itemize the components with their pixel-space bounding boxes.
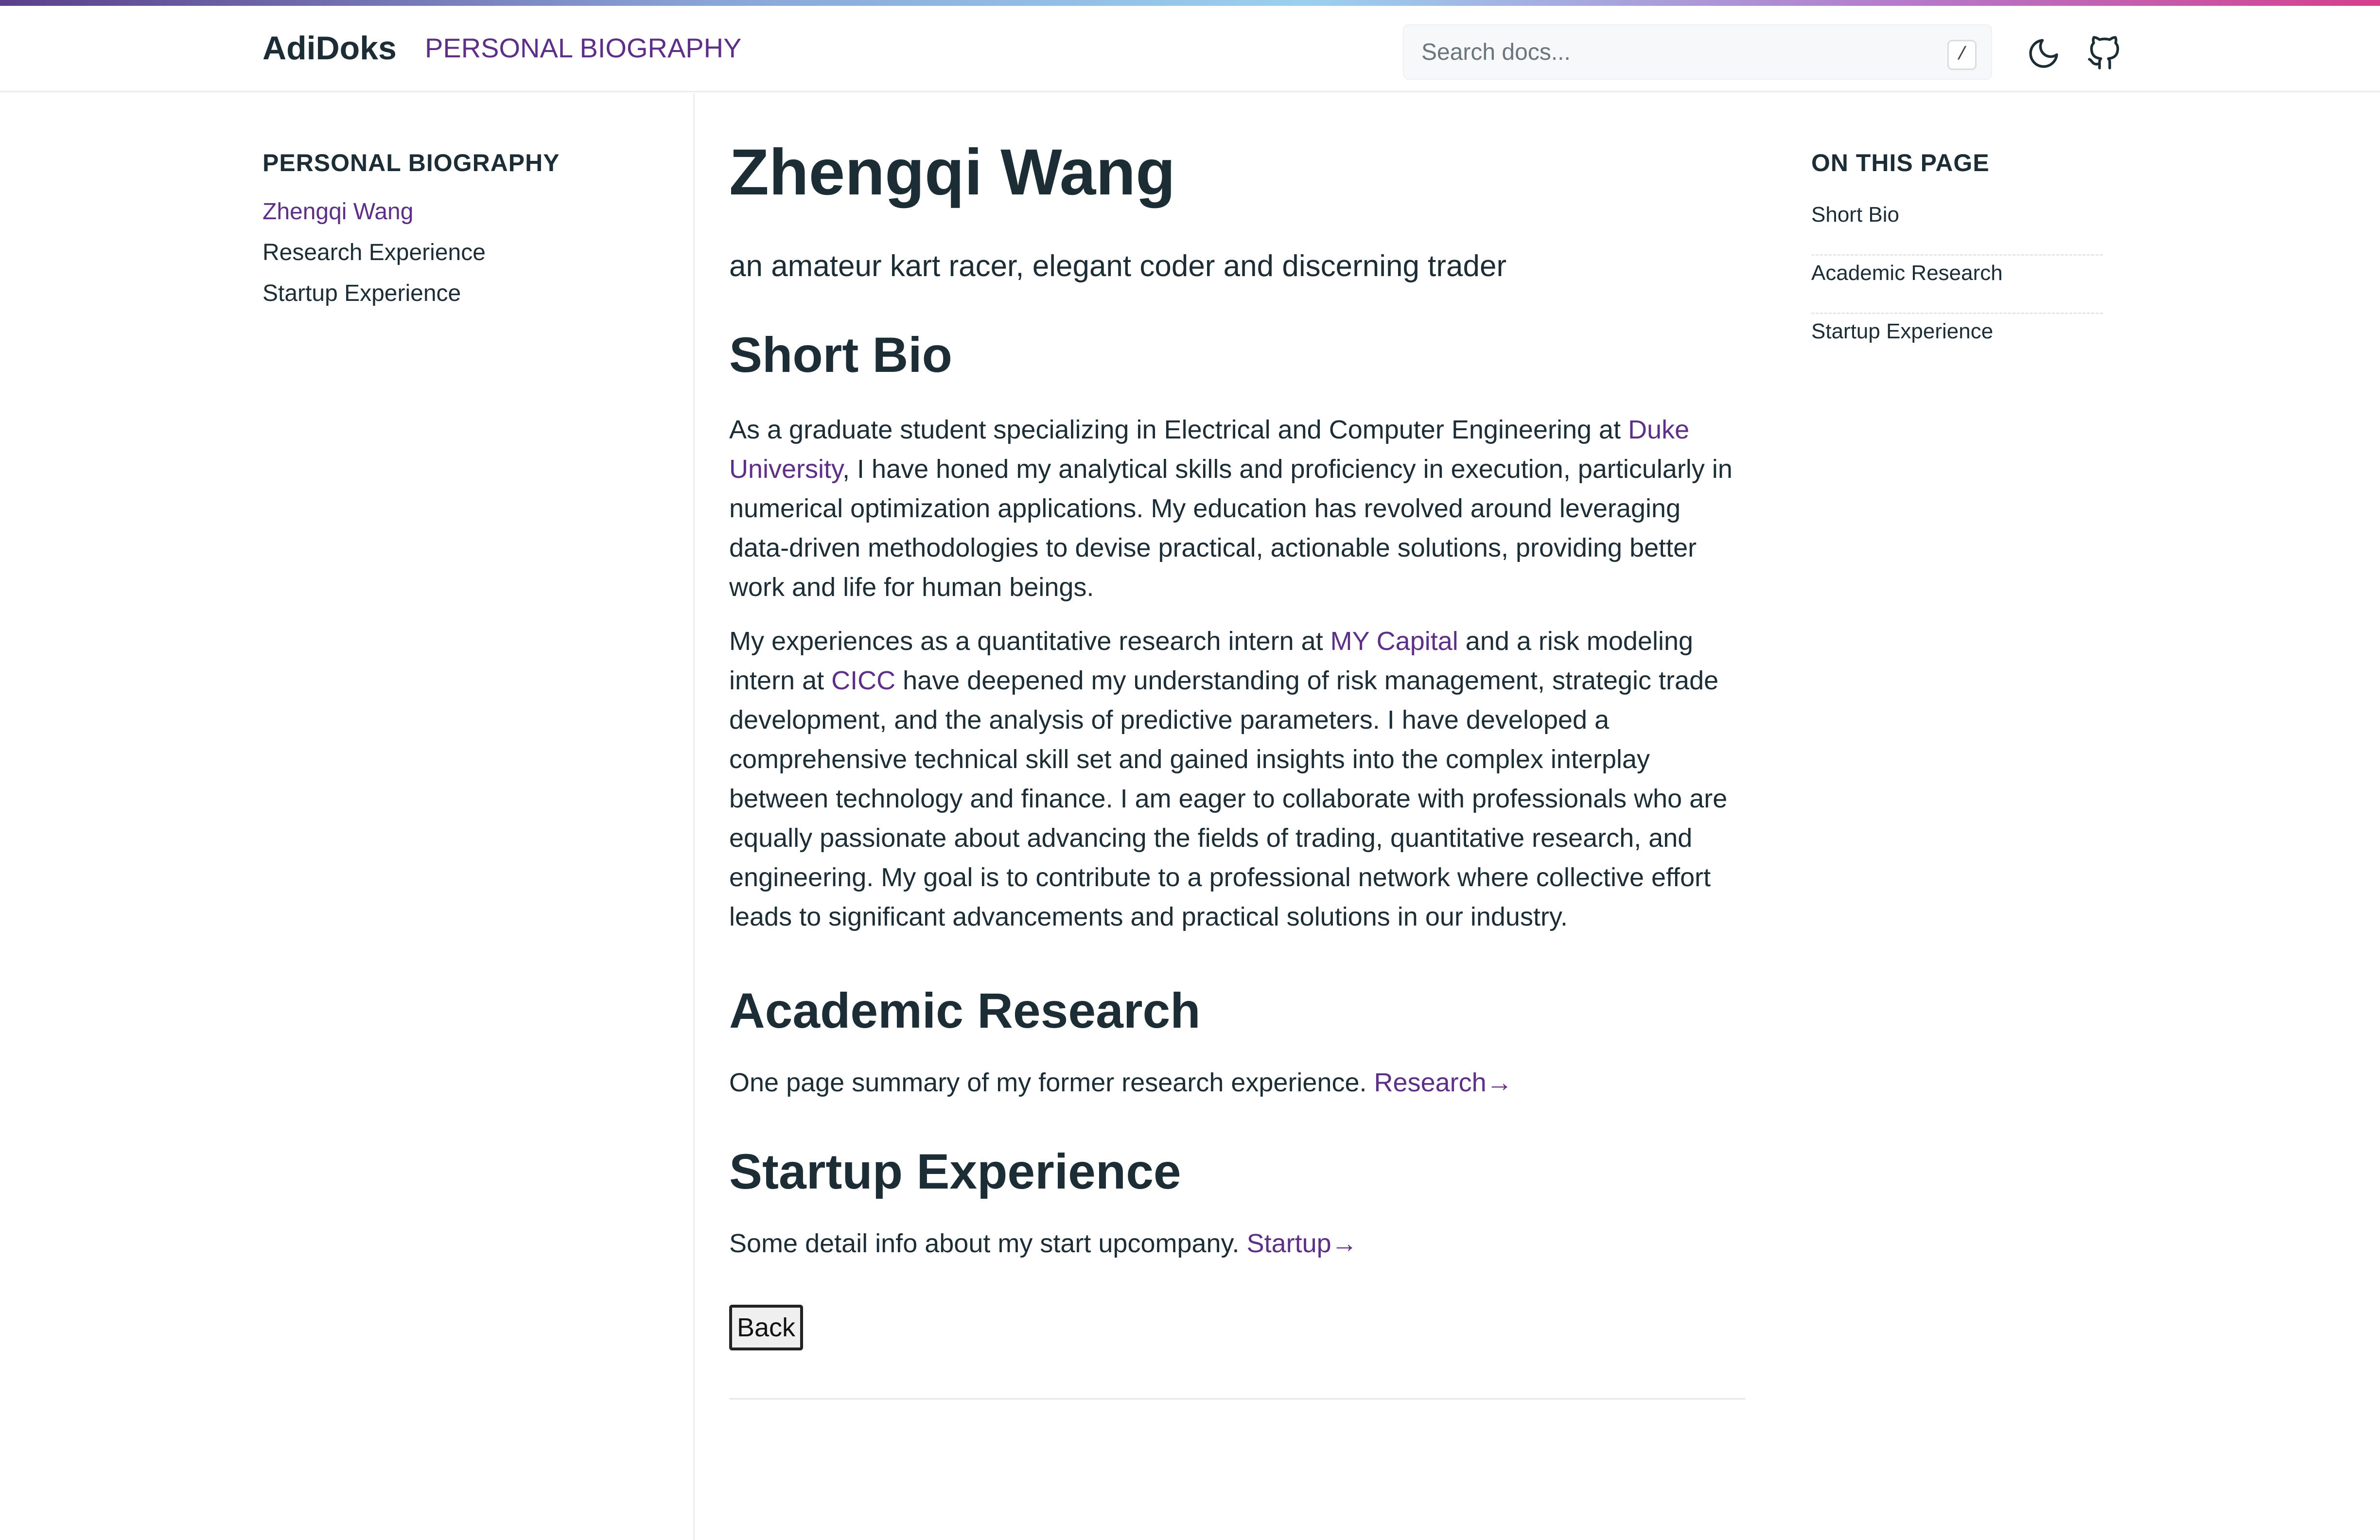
main-content: Zhengqi Wang an amateur kart racer, eleg… — [729, 126, 1745, 1400]
top-gradient-bar — [0, 0, 2380, 6]
table-of-contents: ON THIS PAGE Short Bio Academic Research… — [1811, 149, 2103, 372]
nav-link-personal-biography[interactable]: PERSONAL BIOGRAPHY — [425, 32, 741, 64]
sidebar-divider — [693, 93, 695, 1540]
link-research[interactable]: Research→ — [1374, 1068, 1513, 1097]
text-span: have deepened my understanding of risk m… — [729, 666, 1728, 931]
heading-short-bio: Short Bio — [729, 327, 952, 383]
sidebar-item-zhengqi-wang[interactable]: Zhengqi Wang — [262, 192, 671, 232]
page-lead: an amateur kart racer, elegant coder and… — [729, 249, 1507, 283]
github-icon[interactable] — [2086, 36, 2121, 71]
sidebar-title: PERSONAL BIOGRAPHY — [262, 149, 560, 176]
back-button[interactable]: Back — [729, 1305, 803, 1350]
link-cicc[interactable]: CICC — [831, 666, 895, 695]
toc-item-academic-research[interactable]: Academic Research — [1811, 256, 2103, 314]
text-span: My experiences as a quantitative researc… — [729, 627, 1330, 656]
search-input[interactable] — [1421, 25, 1927, 79]
short-bio-paragraph-1: As a graduate student specializing in El… — [729, 410, 1745, 607]
startup-experience-paragraph: Some detail info about my start upcompan… — [729, 1224, 1745, 1263]
toc-item-short-bio[interactable]: Short Bio — [1811, 197, 2103, 256]
toc-item-startup-experience[interactable]: Startup Experience — [1811, 314, 2103, 372]
left-sidebar: PERSONAL BIOGRAPHY Zhengqi Wang Research… — [262, 149, 671, 314]
brand-logo[interactable]: AdiDoks — [262, 29, 397, 67]
sidebar-item-research-experience[interactable]: Research Experience — [262, 232, 671, 273]
toc-title: ON THIS PAGE — [1811, 149, 1990, 176]
site-header: AdiDoks PERSONAL BIOGRAPHY / — [0, 6, 2380, 92]
heading-startup-experience: Startup Experience — [729, 1144, 1181, 1199]
content-divider — [729, 1398, 1745, 1400]
link-startup[interactable]: Startup→ — [1247, 1229, 1358, 1258]
search-shortcut-key: / — [1947, 40, 1977, 70]
link-my-capital[interactable]: MY Capital — [1330, 627, 1458, 656]
search-box[interactable]: / — [1403, 24, 1992, 80]
text-span: One page summary of my former research e… — [729, 1068, 1374, 1097]
moon-icon[interactable] — [2026, 36, 2061, 71]
page-title: Zhengqi Wang — [729, 136, 1175, 209]
sidebar-item-startup-experience[interactable]: Startup Experience — [262, 273, 671, 314]
text-span: Some detail info about my start upcompan… — [729, 1229, 1247, 1258]
heading-academic-research: Academic Research — [729, 983, 1201, 1038]
short-bio-paragraph-2: My experiences as a quantitative researc… — [729, 622, 1745, 937]
academic-research-paragraph: One page summary of my former research e… — [729, 1063, 1745, 1102]
text-span: , I have honed my analytical skills and … — [729, 455, 1732, 602]
text-span: As a graduate student specializing in El… — [729, 415, 1628, 444]
